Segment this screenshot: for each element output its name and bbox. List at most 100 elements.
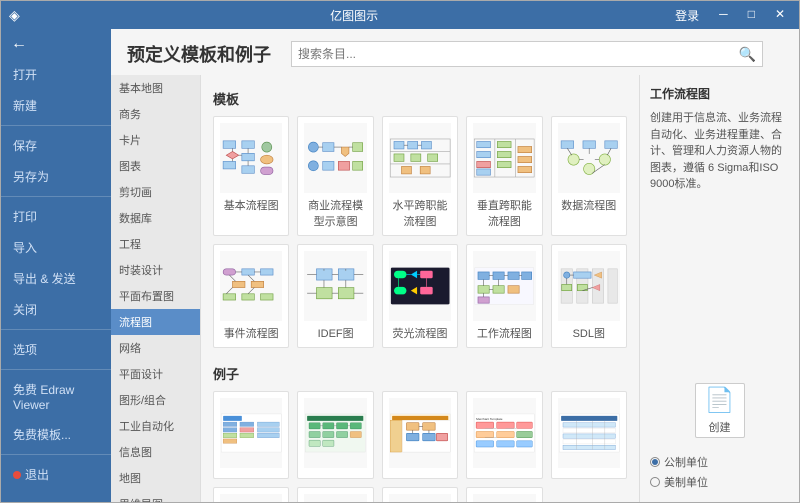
right-panel-desc: 创建用于信息流、业务流程自动化、业务进程重建、合计、管理和人力资源人物的图表，遵… <box>650 110 789 193</box>
example-thumb-8 <box>389 494 451 502</box>
example-card-1[interactable] <box>213 391 289 479</box>
content-header: 预定义模板和例子 🔍 <box>111 29 799 75</box>
search-icon[interactable]: 🔍 <box>739 46 756 63</box>
sidebar-divider-5 <box>1 454 111 455</box>
cat-mindmap[interactable]: 思维导图 <box>111 491 200 502</box>
examples-section-title: 例子 <box>213 364 627 383</box>
sidebar-item-exit[interactable]: 退出 <box>1 459 111 490</box>
template-thumb-idef <box>304 251 366 321</box>
example-card-8[interactable] <box>382 487 458 502</box>
unit-metric-radio[interactable] <box>650 457 660 467</box>
unit-imperial-radio[interactable] <box>650 477 660 487</box>
cat-network[interactable]: 网络 <box>111 335 200 361</box>
title-bar-title: 亿图图示 <box>39 7 669 24</box>
example-card-3[interactable] <box>382 391 458 479</box>
sidebar-item-close[interactable]: 关闭 <box>1 294 111 325</box>
unit-imperial[interactable]: 美制单位 <box>650 472 789 492</box>
template-thumb-swimlane-v <box>473 123 535 193</box>
example-card-9[interactable] <box>466 487 542 502</box>
cat-industrial[interactable]: 工业自动化 <box>111 413 200 439</box>
sidebar-divider-1 <box>1 125 111 126</box>
example-card-6[interactable] <box>213 487 289 502</box>
example-thumb-9 <box>473 494 535 502</box>
template-highlight[interactable]: 荧光流程图 <box>382 244 458 348</box>
sidebar-item-new[interactable]: 新建 <box>1 90 111 121</box>
title-bar-controls: 登录 ─ □ ✕ <box>669 5 791 26</box>
cat-floor-design[interactable]: 平面设计 <box>111 361 200 387</box>
example-thumb-1 <box>220 398 282 468</box>
template-label-event-flow: 事件流程图 <box>224 325 279 341</box>
template-label-swimlane-h: 水平跨职能流程图 <box>389 197 451 229</box>
sidebar-divider-3 <box>1 329 111 330</box>
template-idef[interactable]: IDEF图 <box>297 244 373 348</box>
example-card-4[interactable]: Merchant Template <box>466 391 542 479</box>
template-business-flow[interactable]: 商业流程模型示意图 <box>297 116 373 236</box>
template-thumb-sdl <box>558 251 620 321</box>
sidebar: ← 打开 新建 保存 另存为 打印 导入 导出 & 发送 关闭 选项 免费 Ed… <box>1 29 111 502</box>
cat-floor-plan[interactable]: 平面布置图 <box>111 283 200 309</box>
templates-section-title: 模板 <box>213 89 627 108</box>
example-thumb-5 <box>558 398 620 468</box>
search-input[interactable] <box>298 47 739 61</box>
unit-metric-label: 公制单位 <box>664 454 708 470</box>
template-work-flow[interactable]: 工作流程图 <box>466 244 542 348</box>
examples-grid: Merchant Template <box>213 391 627 502</box>
cat-card[interactable]: 卡片 <box>111 127 200 153</box>
template-swimlane-h[interactable]: 水平跨职能流程图 <box>382 116 458 236</box>
sidebar-item-import[interactable]: 导入 <box>1 232 111 263</box>
title-bar: ◈ 亿图图示 登录 ─ □ ✕ <box>1 1 799 29</box>
template-label-sdl: SDL图 <box>573 325 605 341</box>
cat-database[interactable]: 数据库 <box>111 205 200 231</box>
right-panel: 工作流程图 创建用于信息流、业务流程自动化、业务进程重建、合计、管理和人力资源人… <box>639 75 799 502</box>
template-basic-flow[interactable]: 基本流程图 <box>213 116 289 236</box>
template-thumb-work-flow <box>473 251 535 321</box>
cat-flowchart[interactable]: 流程图 <box>111 309 200 335</box>
sidebar-item-open[interactable]: 打开 <box>1 59 111 90</box>
login-btn[interactable]: 登录 <box>669 5 705 26</box>
example-card-7[interactable]: Legend <box>297 487 373 502</box>
cat-time-design[interactable]: 时装设计 <box>111 257 200 283</box>
cat-info[interactable]: 信息图 <box>111 439 200 465</box>
search-bar-area: 🔍 <box>291 41 763 67</box>
sidebar-item-save[interactable]: 保存 <box>1 130 111 161</box>
template-thumb-swimlane-h <box>389 123 451 193</box>
create-btn-label: 创建 <box>709 419 731 435</box>
cat-map[interactable]: 地图 <box>111 465 200 491</box>
template-swimlane-v[interactable]: 垂直跨职能流程图 <box>466 116 542 236</box>
close-btn[interactable]: ✕ <box>769 5 791 26</box>
example-thumb-2 <box>304 398 366 468</box>
back-btn[interactable]: ← <box>1 29 111 59</box>
template-thumb-basic-flow <box>220 123 282 193</box>
main-area: ← 打开 新建 保存 另存为 打印 导入 导出 & 发送 关闭 选项 免费 Ed… <box>1 29 799 502</box>
sidebar-item-edraw-viewer[interactable]: 免费 Edraw Viewer <box>1 374 111 419</box>
sidebar-item-export[interactable]: 导出 & 发送 <box>1 263 111 294</box>
title-bar-left: ◈ <box>9 7 39 24</box>
template-label-business-flow: 商业流程模型示意图 <box>304 197 366 229</box>
right-panel-title: 工作流程图 <box>650 85 789 102</box>
minimize-btn[interactable]: ─ <box>713 5 734 26</box>
cat-chart[interactable]: 图表 <box>111 153 200 179</box>
cat-engineering[interactable]: 工程 <box>111 231 200 257</box>
cat-business[interactable]: 商务 <box>111 101 200 127</box>
template-thumb-data-flow <box>558 123 620 193</box>
template-sdl[interactable]: SDL图 <box>551 244 627 348</box>
sidebar-item-print[interactable]: 打印 <box>1 201 111 232</box>
template-event-flow[interactable]: 事件流程图 <box>213 244 289 348</box>
cat-shape-combine[interactable]: 图形/组合 <box>111 387 200 413</box>
cat-basic[interactable]: 基本地图 <box>111 75 200 101</box>
cat-scissors[interactable]: 剪切画 <box>111 179 200 205</box>
template-label-idef: IDEF图 <box>318 325 354 341</box>
create-button[interactable]: 📄 创建 <box>695 383 745 438</box>
unit-options: 公制单位 美制单位 <box>650 452 789 492</box>
example-card-5[interactable] <box>551 391 627 479</box>
sidebar-item-free-templates[interactable]: 免费模板... <box>1 419 111 450</box>
example-card-2[interactable] <box>297 391 373 479</box>
template-data-flow[interactable]: 数据流程图 <box>551 116 627 236</box>
template-thumb-event-flow <box>220 251 282 321</box>
unit-metric[interactable]: 公制单位 <box>650 452 789 472</box>
sidebar-item-saveas[interactable]: 另存为 <box>1 161 111 192</box>
sidebar-item-options[interactable]: 选项 <box>1 334 111 365</box>
create-doc-icon: 📄 <box>705 386 735 415</box>
template-label-work-flow: 工作流程图 <box>477 325 532 341</box>
maximize-btn[interactable]: □ <box>742 5 761 26</box>
